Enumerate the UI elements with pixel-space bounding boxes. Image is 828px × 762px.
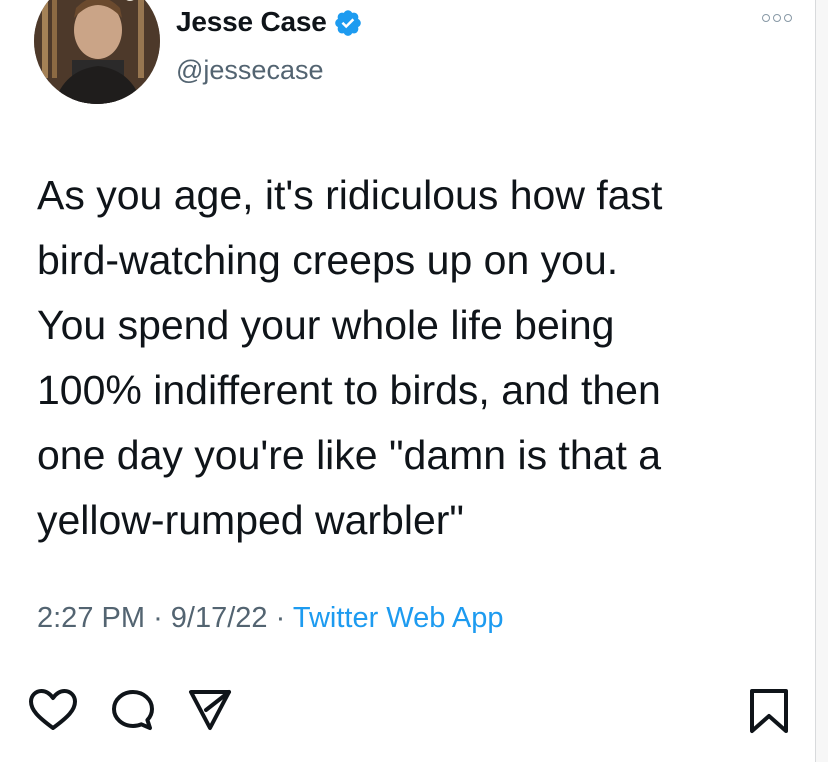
speech-bubble-icon[interactable] bbox=[110, 688, 156, 732]
more-dots-icon[interactable] bbox=[762, 14, 792, 22]
tweet-line: 100% indifferent to birds, and then bbox=[37, 367, 661, 413]
bookmark-icon[interactable] bbox=[746, 686, 792, 736]
action-bar bbox=[0, 680, 828, 740]
tweet-source[interactable]: Twitter Web App bbox=[293, 602, 504, 634]
tweet-time[interactable]: 2:27 PM bbox=[37, 602, 145, 634]
avatar-photo bbox=[34, 0, 160, 104]
tweet-line: yellow-rumped warbler" bbox=[37, 497, 464, 543]
author-handle[interactable]: @jessecase bbox=[176, 55, 323, 86]
author-name[interactable]: Jesse Case bbox=[176, 6, 327, 38]
scrollbar-track bbox=[815, 0, 828, 762]
send-arrow-icon[interactable] bbox=[186, 686, 234, 734]
tweet-line: bird-watching creeps up on you. bbox=[37, 237, 619, 283]
author-name-row: Jesse Case bbox=[176, 6, 363, 38]
tweet-date[interactable]: 9/17/22 bbox=[171, 602, 268, 634]
verified-badge-icon bbox=[334, 10, 361, 36]
tweet-line: As you age, it's ridiculous how fast bbox=[37, 172, 663, 218]
dot bbox=[784, 14, 792, 22]
meta-separator: · bbox=[153, 602, 163, 634]
tweet-line: one day you're like "damn is that a bbox=[37, 432, 662, 478]
tweet-meta: 2:27 PM · 9/17/22 · Twitter Web App bbox=[37, 602, 503, 635]
dot bbox=[773, 14, 781, 22]
dot bbox=[762, 14, 770, 22]
tweet-line: You spend your whole life being bbox=[37, 302, 615, 348]
avatar[interactable] bbox=[34, 0, 160, 104]
meta-separator: · bbox=[275, 602, 286, 634]
heart-icon[interactable] bbox=[28, 688, 78, 732]
tweet-text: As you age, it's ridiculous how fast bir… bbox=[37, 163, 807, 553]
